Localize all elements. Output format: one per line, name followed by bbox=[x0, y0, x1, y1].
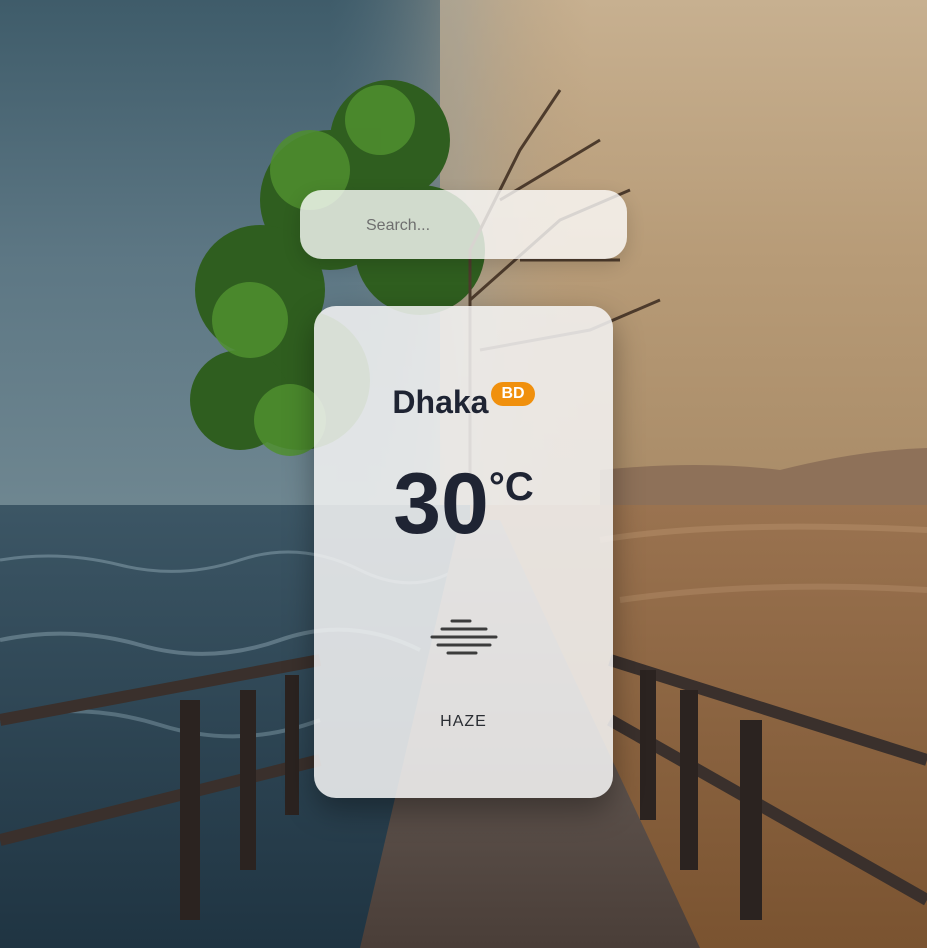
weather-card: Dhaka BD 30°C HAZE bbox=[314, 306, 613, 798]
weather-condition: HAZE bbox=[440, 713, 487, 730]
city-name: Dhaka bbox=[392, 384, 489, 420]
haze-icon bbox=[430, 618, 498, 660]
temperature-unit: °C bbox=[488, 465, 534, 509]
country-badge: BD bbox=[491, 382, 535, 406]
temperature-row: 30°C bbox=[314, 461, 613, 547]
search-input[interactable] bbox=[364, 190, 608, 261]
search-box bbox=[300, 190, 627, 261]
location-row: Dhaka BD bbox=[314, 382, 613, 421]
temperature-value: 30 bbox=[393, 456, 489, 552]
